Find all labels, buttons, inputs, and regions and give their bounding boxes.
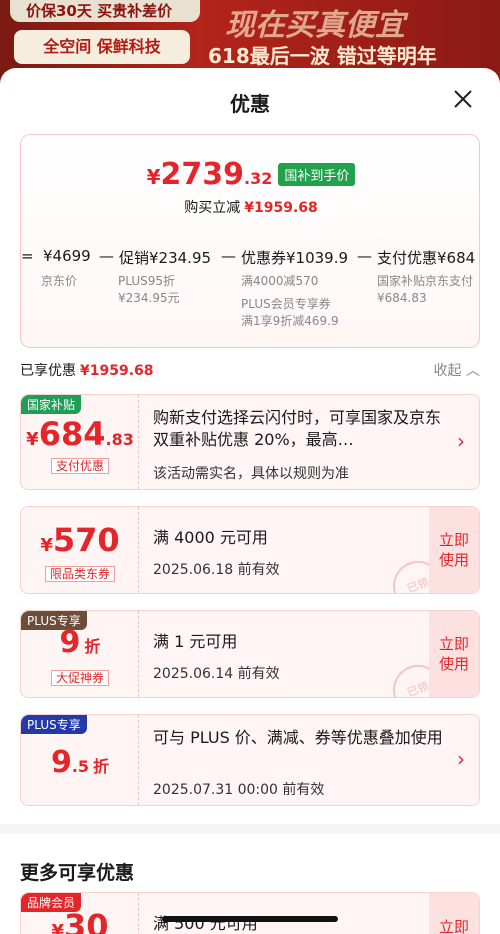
minus-sign: — bbox=[99, 247, 114, 265]
final-price-dec: .32 bbox=[244, 169, 273, 188]
collapse-label: 收起 bbox=[433, 363, 462, 379]
coupon-brand-member[interactable]: 品牌会员 ¥30 满 500 元可用 立即 bbox=[20, 892, 480, 934]
coupon-note: 2025.06.14 前有效 bbox=[153, 666, 280, 682]
coupon-amount-dec: .83 bbox=[105, 430, 134, 449]
coupon-sub-2: PLUS会员专享券 bbox=[241, 297, 331, 311]
final-price-int: 2739 bbox=[160, 157, 245, 192]
enjoyed-label: 已享优惠 bbox=[20, 363, 76, 379]
equals-sign: = bbox=[21, 247, 34, 265]
coupon-amount-int: 9 bbox=[50, 745, 72, 780]
sub-headline-banner: 618最后一波 错过等明年 bbox=[208, 44, 437, 68]
final-price-tag: 国补到手价 bbox=[278, 163, 356, 186]
collapse-toggle[interactable]: 收起 ︿ bbox=[434, 360, 480, 380]
coupon-amount-int: 30 bbox=[64, 907, 109, 934]
enjoyed-discount-row: 已享优惠 ¥1959.68 收起 ︿ bbox=[20, 360, 480, 380]
coupon-sub-1: 满4000减570 bbox=[241, 274, 319, 288]
coupon-category-label: 限品类东券 bbox=[44, 566, 115, 582]
use-now-button[interactable]: 立即使用 bbox=[429, 507, 479, 593]
chevron-up-icon: ︿ bbox=[466, 363, 480, 379]
close-icon[interactable] bbox=[450, 86, 476, 112]
coupon-amount-dec: .5 bbox=[71, 757, 90, 776]
coupon-amount: ¥684.83 bbox=[21, 415, 139, 453]
coupon-570[interactable]: ¥570 限品类东券 满 4000 元可用 2025.06.18 前有效 已领 … bbox=[20, 506, 480, 594]
jd-price-label: 京东价 bbox=[41, 274, 78, 288]
coupon-plus-9-5[interactable]: PLUS专享 9.5 折 可与 PLUS 价、满减、券等优惠叠加使用 2025.0… bbox=[20, 714, 480, 806]
coupon-amount: ¥30 bbox=[21, 907, 139, 934]
coupon-unit: 折 bbox=[84, 637, 101, 656]
coupon-note: 2025.07.31 00:00 前有效 bbox=[153, 782, 325, 798]
coupon-amount: ¥570 bbox=[21, 521, 139, 559]
promo-discount: 促销¥234.95 bbox=[119, 249, 212, 267]
coupon-category: 支付优惠 bbox=[21, 455, 139, 474]
coupon-left: PLUS专享 9.5 折 bbox=[21, 715, 139, 805]
coupon-left: ¥570 限品类东券 bbox=[21, 507, 139, 593]
reduce-row: 购买立减 ¥1959.68 bbox=[21, 197, 479, 217]
section-divider bbox=[0, 824, 500, 834]
promo-sub-1: PLUS95折 bbox=[118, 274, 175, 288]
brand-banner: 全空间 保鲜科技 bbox=[14, 30, 190, 64]
coupon-category: 限品类东券 bbox=[21, 563, 139, 582]
reduce-value: ¥1959.68 bbox=[244, 200, 318, 216]
coupon-amount: 9折 bbox=[21, 625, 139, 660]
coupon-amount: 9.5 折 bbox=[21, 745, 139, 780]
promo-sub-2: ¥234.95元 bbox=[118, 291, 180, 305]
price-protect-banner: 价保30天 买贵补差价 bbox=[10, 0, 200, 22]
coupon-note: 2025.06.18 前有效 bbox=[153, 562, 280, 578]
coupon-left: PLUS专享 9折 大促神券 bbox=[21, 611, 139, 697]
coupon-sub-3: 满1享9折减469.9 bbox=[241, 314, 339, 328]
use-now-button[interactable]: 立即 bbox=[429, 893, 479, 934]
coupon-amount-int: 570 bbox=[52, 521, 120, 559]
coupon-badge: PLUS专享 bbox=[21, 715, 87, 734]
coupon-category-label: 支付优惠 bbox=[50, 458, 109, 474]
coupon-currency: ¥ bbox=[51, 921, 64, 934]
pay-sub-2: ¥684.83 bbox=[377, 291, 427, 305]
enjoyed-label-wrap: 已享优惠 ¥1959.68 bbox=[20, 360, 154, 380]
coupon-desc: 购新支付选择云闪付时，可享国家及京东双重补贴优惠 20%，最高… bbox=[153, 408, 442, 449]
final-price-currency: ¥ bbox=[146, 165, 161, 189]
headline-banner: 现在买真便宜 bbox=[225, 8, 405, 43]
coupon-left: 品牌会员 ¥30 bbox=[21, 893, 139, 934]
final-price: ¥ 2739 .32 国补到手价 bbox=[21, 157, 479, 192]
reduce-label: 购买立减 bbox=[184, 200, 241, 216]
sheet-title: 优惠 bbox=[230, 92, 270, 116]
chevron-right-icon[interactable]: › bbox=[457, 429, 465, 453]
minus-sign: — bbox=[221, 247, 236, 265]
coupon-national-subsidy[interactable]: 国家补贴 ¥684.83 支付优惠 购新支付选择云闪付时，可享国家及京东双重补贴… bbox=[20, 394, 480, 490]
coupon-unit: 折 bbox=[93, 757, 110, 776]
jd-price: ¥4699 bbox=[43, 247, 91, 265]
pay-discount: 支付优惠¥684 bbox=[377, 249, 476, 267]
coupon-desc: 满 4000 元可用 bbox=[153, 528, 268, 547]
coupon-desc: 满 1 元可用 bbox=[153, 632, 238, 651]
minus-sign: — bbox=[357, 247, 372, 265]
pay-sub-1: 国家补贴京东支付 bbox=[377, 274, 474, 288]
coupon-category: 大促神券 bbox=[21, 667, 139, 686]
home-indicator bbox=[162, 916, 338, 922]
enjoyed-amount: ¥1959.68 bbox=[80, 363, 154, 379]
coupon-discount: 优惠券¥1039.9 bbox=[241, 249, 349, 267]
price-summary-card: ¥ 2739 .32 国补到手价 购买立减 ¥1959.68 = ¥4699 — … bbox=[20, 134, 480, 348]
coupon-desc: 可与 PLUS 价、满减、券等优惠叠加使用 bbox=[153, 728, 443, 747]
coupon-currency: ¥ bbox=[40, 535, 53, 556]
chevron-right-icon[interactable]: › bbox=[457, 747, 465, 771]
discount-sheet: 优惠 ¥ 2739 .32 国补到手价 购买立减 ¥1959.68 = ¥4699… bbox=[0, 68, 500, 934]
coupon-left: 国家补贴 ¥684.83 支付优惠 bbox=[21, 395, 139, 489]
coupon-category-label: 大促神券 bbox=[50, 670, 109, 686]
coupon-badge: 国家补贴 bbox=[21, 395, 82, 414]
coupon-currency: ¥ bbox=[26, 429, 39, 450]
coupon-amount-int: 9 bbox=[59, 625, 81, 660]
coupon-9-discount[interactable]: PLUS专享 9折 大促神券 满 1 元可用 2025.06.14 前有效 已领… bbox=[20, 610, 480, 698]
coupon-amount-int: 684 bbox=[38, 415, 106, 453]
coupon-note: 该活动需实名，具体以规则为准 bbox=[153, 466, 349, 482]
use-now-button[interactable]: 立即使用 bbox=[429, 611, 479, 697]
more-discounts-title: 更多可享优惠 bbox=[20, 862, 135, 884]
